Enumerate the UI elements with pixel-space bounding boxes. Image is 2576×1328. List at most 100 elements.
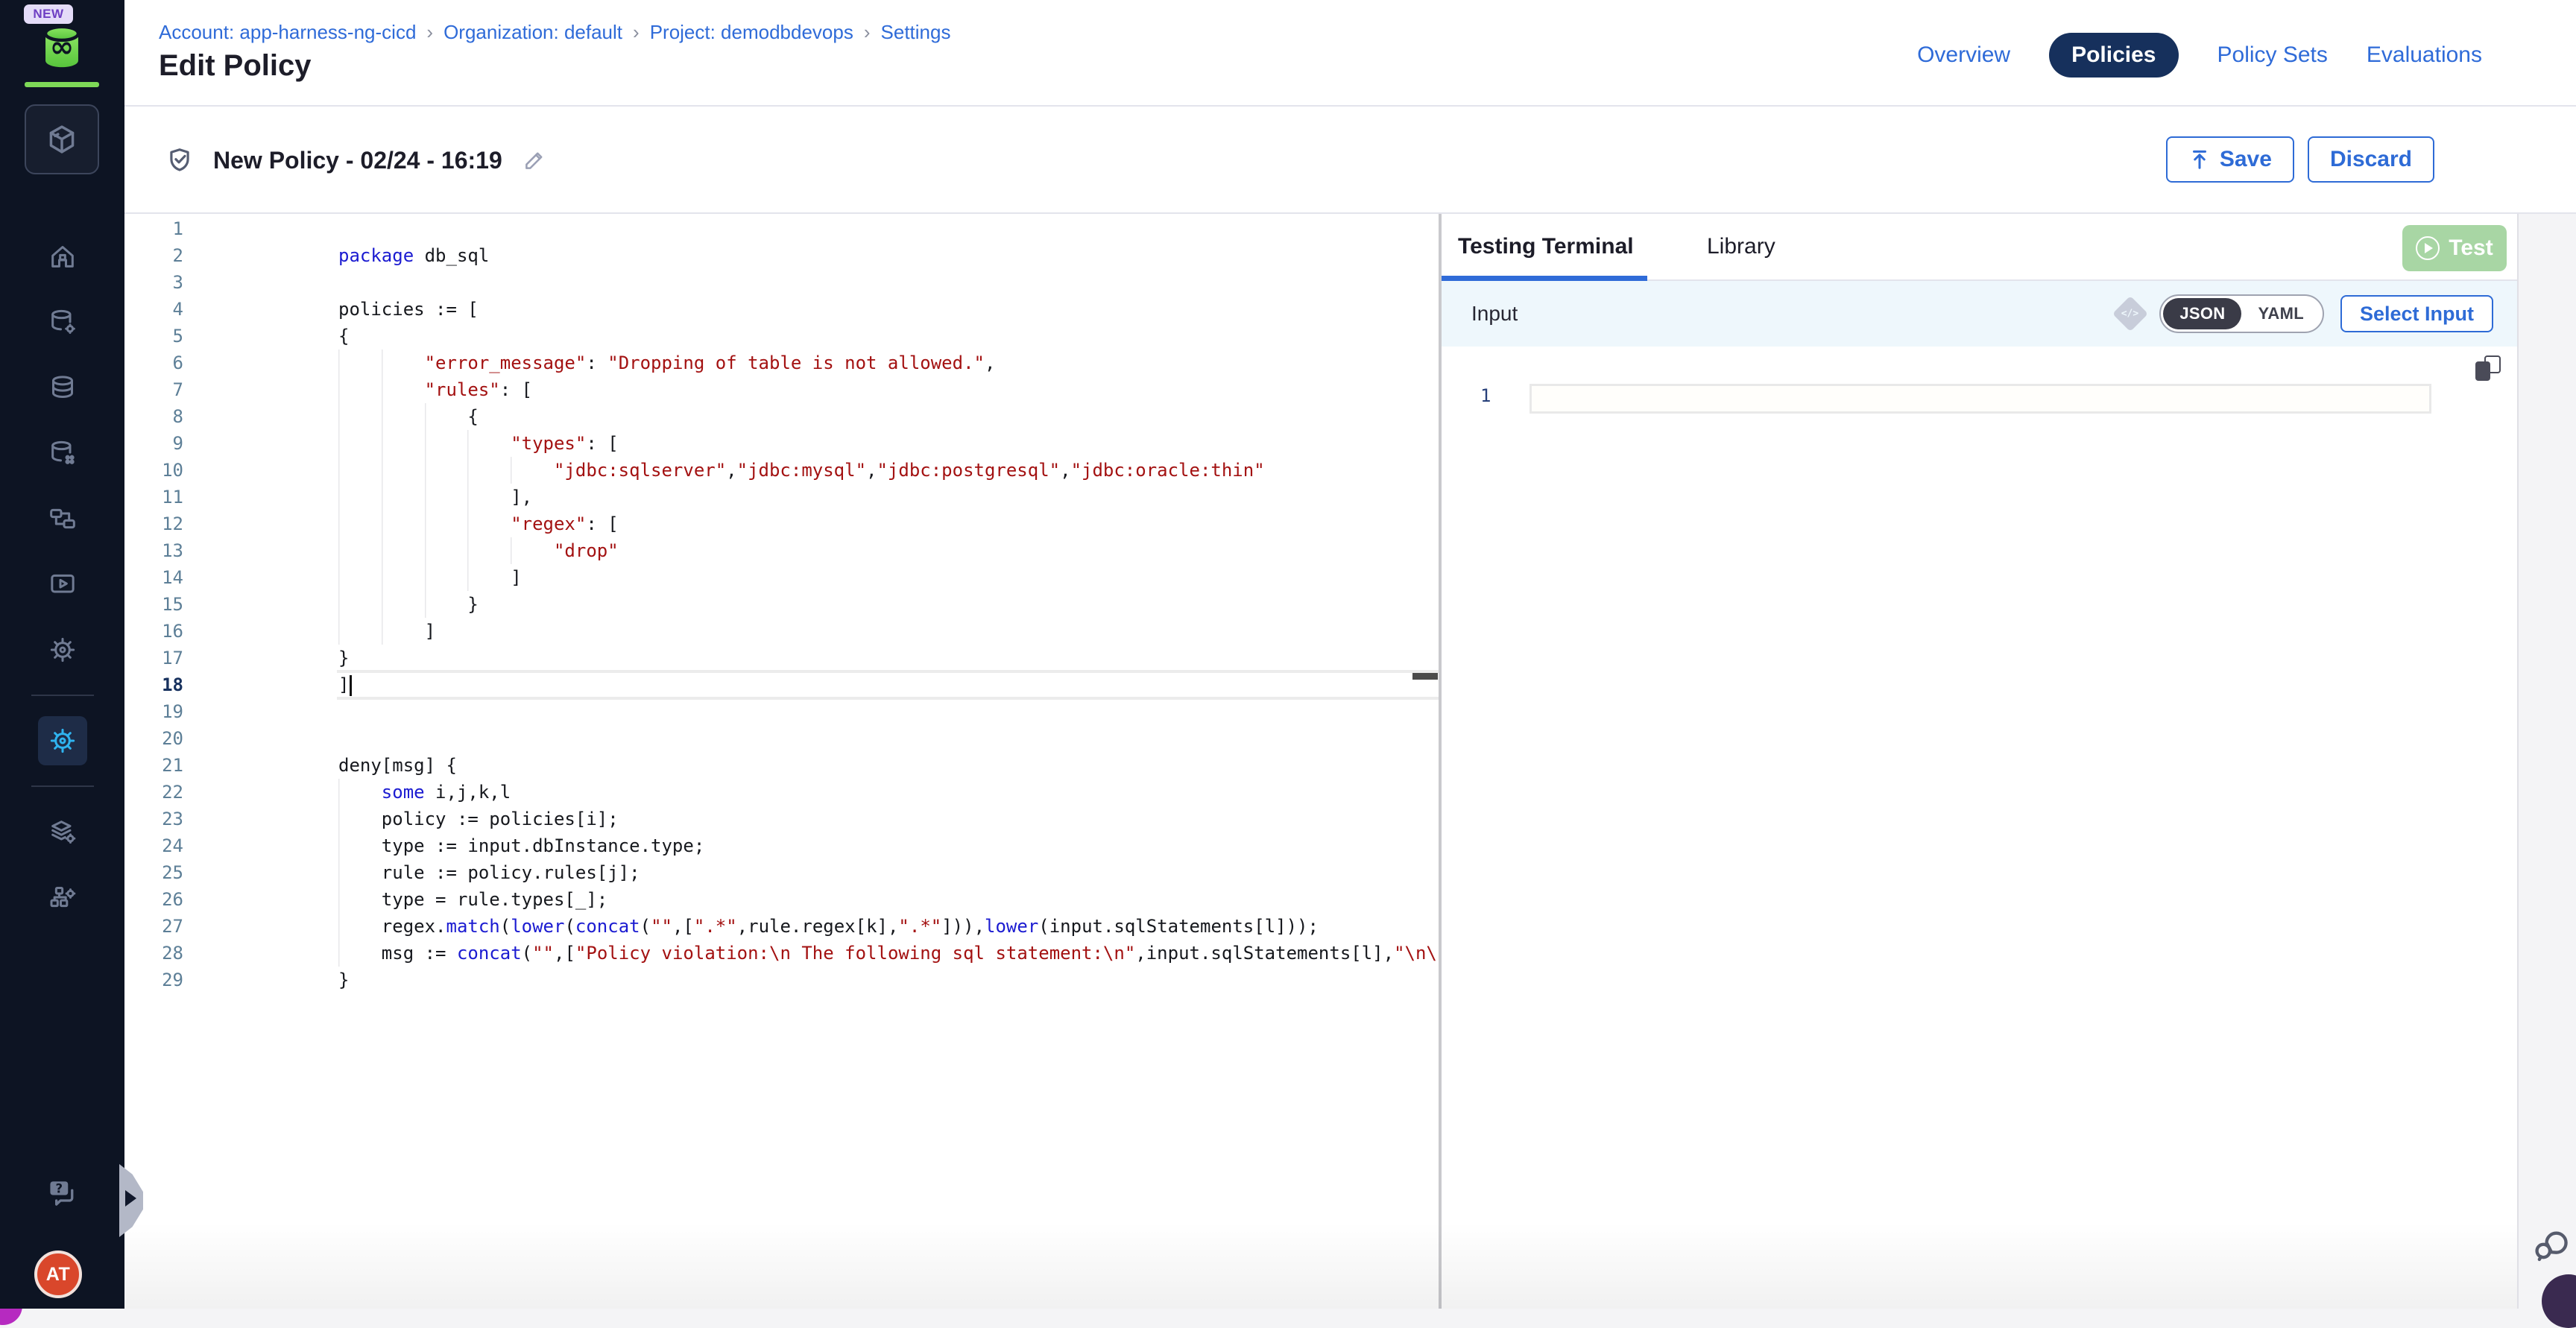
line-number: 7 [124, 376, 216, 403]
code-line[interactable] [338, 269, 1439, 296]
code-line[interactable]: } [338, 591, 1439, 618]
database-stack-icon [48, 373, 78, 402]
line-number: 4 [124, 296, 216, 323]
database-gear-icon [48, 307, 78, 337]
line-number: 16 [124, 618, 216, 645]
code-line[interactable] [338, 698, 1439, 725]
policy-code-editor[interactable]: 1234567891011121314151617181920212223242… [124, 214, 1439, 1309]
code-line[interactable] [338, 725, 1439, 752]
code-line[interactable]: "error_message": "Dropping of table is n… [338, 350, 1439, 376]
logo-divider [25, 82, 99, 87]
code-line[interactable]: package db_sql [338, 242, 1439, 269]
sidebar-item-network-gear[interactable] [38, 873, 87, 922]
sidebar-item-gear[interactable] [38, 716, 87, 765]
code-line[interactable]: rule := policy.rules[j]; [338, 859, 1439, 886]
breadcrumb-separator: › [633, 21, 640, 44]
sidebar-item-gear[interactable] [38, 625, 87, 674]
code-line[interactable]: ] [338, 671, 1439, 698]
code-line[interactable]: some i,j,k,l [338, 779, 1439, 806]
line-number: 2 [124, 242, 216, 269]
code-gutter: 1234567891011121314151617181920212223242… [124, 215, 216, 993]
user-avatar[interactable]: AT [34, 1250, 82, 1298]
sidebar-item-executions[interactable] [38, 560, 87, 609]
code-line[interactable]: "jdbc:sqlserver","jdbc:mysql","jdbc:post… [338, 457, 1439, 484]
chevron-right-icon [125, 1190, 136, 1207]
network-gear-icon [48, 882, 78, 912]
line-number: 12 [124, 510, 216, 537]
code-line[interactable]: { [338, 403, 1439, 430]
code-line[interactable]: deny[msg] { [338, 752, 1439, 779]
save-button[interactable]: Save [2166, 136, 2294, 183]
line-number: 11 [124, 484, 216, 510]
header-tab-policy-sets[interactable]: Policy Sets [2217, 42, 2328, 68]
code-line[interactable]: ] [338, 618, 1439, 645]
code-line[interactable]: } [338, 645, 1439, 671]
header-tab-overview[interactable]: Overview [1917, 42, 2010, 68]
header-tab-evaluations[interactable]: Evaluations [2367, 42, 2482, 68]
code-line[interactable]: { [338, 323, 1439, 350]
help-chat-button[interactable]: ? [37, 1172, 86, 1213]
breadcrumb-item[interactable]: Project: demodbdevops [650, 21, 853, 44]
code-line[interactable] [338, 215, 1439, 242]
code-line[interactable]: policy := policies[i]; [338, 806, 1439, 832]
code-line[interactable]: "types": [ [338, 430, 1439, 457]
sidebar-item-layers-gear[interactable] [38, 807, 87, 856]
pipeline-icon [48, 504, 78, 534]
testing-terminal-panel: Testing Terminal Library Test Input </> … [1442, 214, 2517, 1309]
test-input-editor[interactable]: 1 [1442, 347, 2517, 1309]
breadcrumb-item[interactable]: Account: app-harness-ng-cicd [159, 21, 416, 44]
sidebar-item-database-stack[interactable] [38, 363, 87, 412]
line-number: 23 [124, 806, 216, 832]
code-line[interactable]: ], [338, 484, 1439, 510]
discard-button[interactable]: Discard [2308, 136, 2434, 183]
code-lines: package db_sqlpolicies := [{ "error_mess… [338, 215, 1439, 993]
line-number: 5 [124, 323, 216, 350]
code-line[interactable]: "regex": [ [338, 510, 1439, 537]
format-option-yaml[interactable]: YAML [2241, 298, 2320, 329]
line-number: 6 [124, 350, 216, 376]
header-tab-policies[interactable]: Policies [2049, 33, 2178, 78]
new-badge: NEW [24, 4, 73, 24]
breadcrumb-item[interactable]: Settings [881, 21, 951, 44]
code-line[interactable]: } [338, 967, 1439, 993]
text-cursor [350, 675, 352, 696]
edit-pencil-icon[interactable] [522, 148, 547, 173]
code-line[interactable]: msg := concat("",["Policy violation:\n T… [338, 940, 1439, 967]
code-line[interactable]: regex.match(lower(concat("",[".*",rule.r… [338, 913, 1439, 940]
tab-library[interactable]: Library [1707, 214, 1775, 279]
copy-icon[interactable] [2475, 355, 2501, 381]
policy-toolbar: New Policy - 02/24 - 16:19 Save Discard [124, 107, 2576, 214]
sidebar-item-database-dots[interactable] [38, 429, 87, 478]
code-line[interactable]: "rules": [ [338, 376, 1439, 403]
support-chat-button[interactable] [2531, 1227, 2570, 1265]
gear-icon [48, 635, 78, 665]
input-label: Input [1471, 302, 1518, 326]
input-active-line[interactable] [1530, 384, 2431, 414]
code-line[interactable]: ] [338, 564, 1439, 591]
line-number: 21 [124, 752, 216, 779]
select-input-button[interactable]: Select Input [2340, 295, 2493, 332]
play-circle-icon [2416, 236, 2440, 260]
shield-check-icon [165, 146, 194, 174]
sidebar-item-home[interactable] [38, 232, 87, 281]
module-selector[interactable] [25, 104, 99, 174]
sidebar-divider [31, 695, 94, 696]
code-line[interactable]: policies := [ [338, 296, 1439, 323]
harness-db-devops-logo-icon[interactable]: ∞ [37, 24, 86, 70]
svg-text:∞: ∞ [50, 31, 74, 64]
sidebar-item-database-gear[interactable] [38, 297, 87, 347]
code-line[interactable]: "drop" [338, 537, 1439, 564]
sidebar-item-pipeline[interactable] [38, 494, 87, 543]
breadcrumb-item[interactable]: Organization: default [443, 21, 622, 44]
test-button[interactable]: Test [2402, 225, 2507, 271]
format-option-json[interactable]: JSON [2163, 298, 2241, 329]
code-line[interactable]: type := input.dbInstance.type; [338, 832, 1439, 859]
breadcrumb-separator: › [426, 21, 433, 44]
input-section-header: Input </> JSON YAML Select Input [1442, 281, 2517, 347]
line-number: 29 [124, 967, 216, 993]
line-number: 14 [124, 564, 216, 591]
line-number: 22 [124, 779, 216, 806]
code-line[interactable]: type = rule.types[_]; [338, 886, 1439, 913]
layers-gear-icon [48, 817, 78, 847]
tab-testing-terminal[interactable]: Testing Terminal [1458, 214, 1634, 279]
